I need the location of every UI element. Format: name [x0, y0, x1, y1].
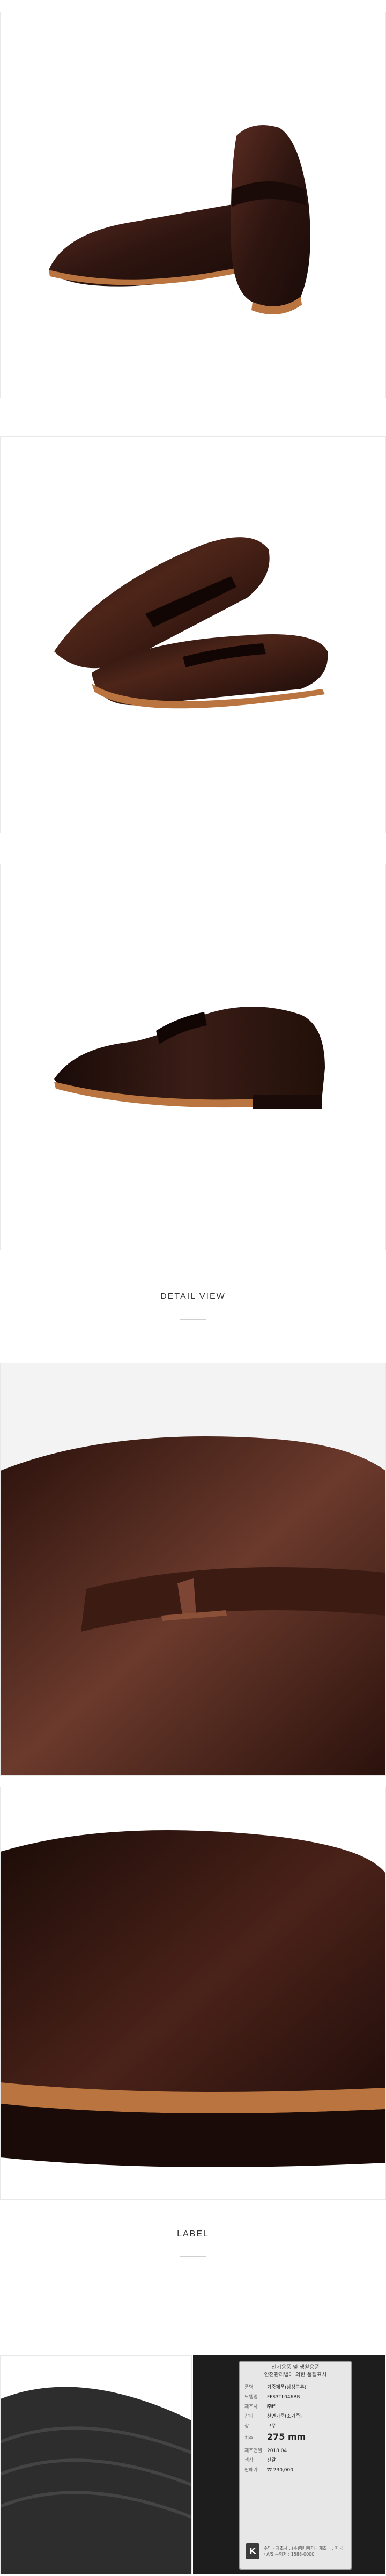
label-title-line2: 안전관리법에 의한 품질표시 [264, 2372, 327, 2378]
label-row: 제조연월 2018.04 [244, 2448, 287, 2454]
label-photo: 전기용품 및 생활용품 안전관리법에 의한 품질표시 품명 가죽제품(남성구두) … [193, 2355, 385, 2574]
label-row: 창 고무 [244, 2424, 276, 2429]
label-heading: LABEL [177, 2229, 209, 2239]
detail-view-divider [180, 1319, 206, 1320]
label-title-line1: 전기용품 및 생활용품 [271, 2365, 320, 2370]
kc-certification-mark: K [246, 2543, 259, 2559]
label-row: 제조사 ㈜ff [244, 2404, 276, 2410]
product-photo-front-pair [0, 436, 386, 833]
label-divider [180, 2256, 206, 2257]
detail-photo-strap [0, 1363, 386, 1776]
sole-photo [0, 2355, 192, 2574]
label-row: 품명 가죽제품(남성구두) [244, 2385, 307, 2390]
quality-label-tag: 전기용품 및 생활용품 안전관리법에 의한 품질표시 품명 가죽제품(남성구두) … [239, 2361, 352, 2570]
product-photo-side-pair [0, 12, 386, 398]
detail-view-heading: DETAIL VIEW [160, 1292, 226, 1301]
detail-photo-heel [0, 1787, 386, 2200]
label-title: 전기용품 및 생활용품 안전관리법에 의한 품질표시 [239, 2364, 352, 2379]
label-row-size: 치수 275 mm [244, 2432, 306, 2442]
product-photo-side-single [0, 864, 386, 1250]
label-row: 갑피 천연가죽(소가죽) [244, 2414, 302, 2419]
label-row: 색상 진갈 [244, 2458, 276, 2463]
label-row-price: 판매가 ₩ 230,000 [244, 2468, 293, 2473]
label-row: 모델명 FFS3TL046BR [244, 2395, 300, 2400]
kc-certification-text: 수입 · 제조사 : (주)매니에이 · 제조국 : 한국 · A/S 문의처 … [264, 2546, 343, 2557]
